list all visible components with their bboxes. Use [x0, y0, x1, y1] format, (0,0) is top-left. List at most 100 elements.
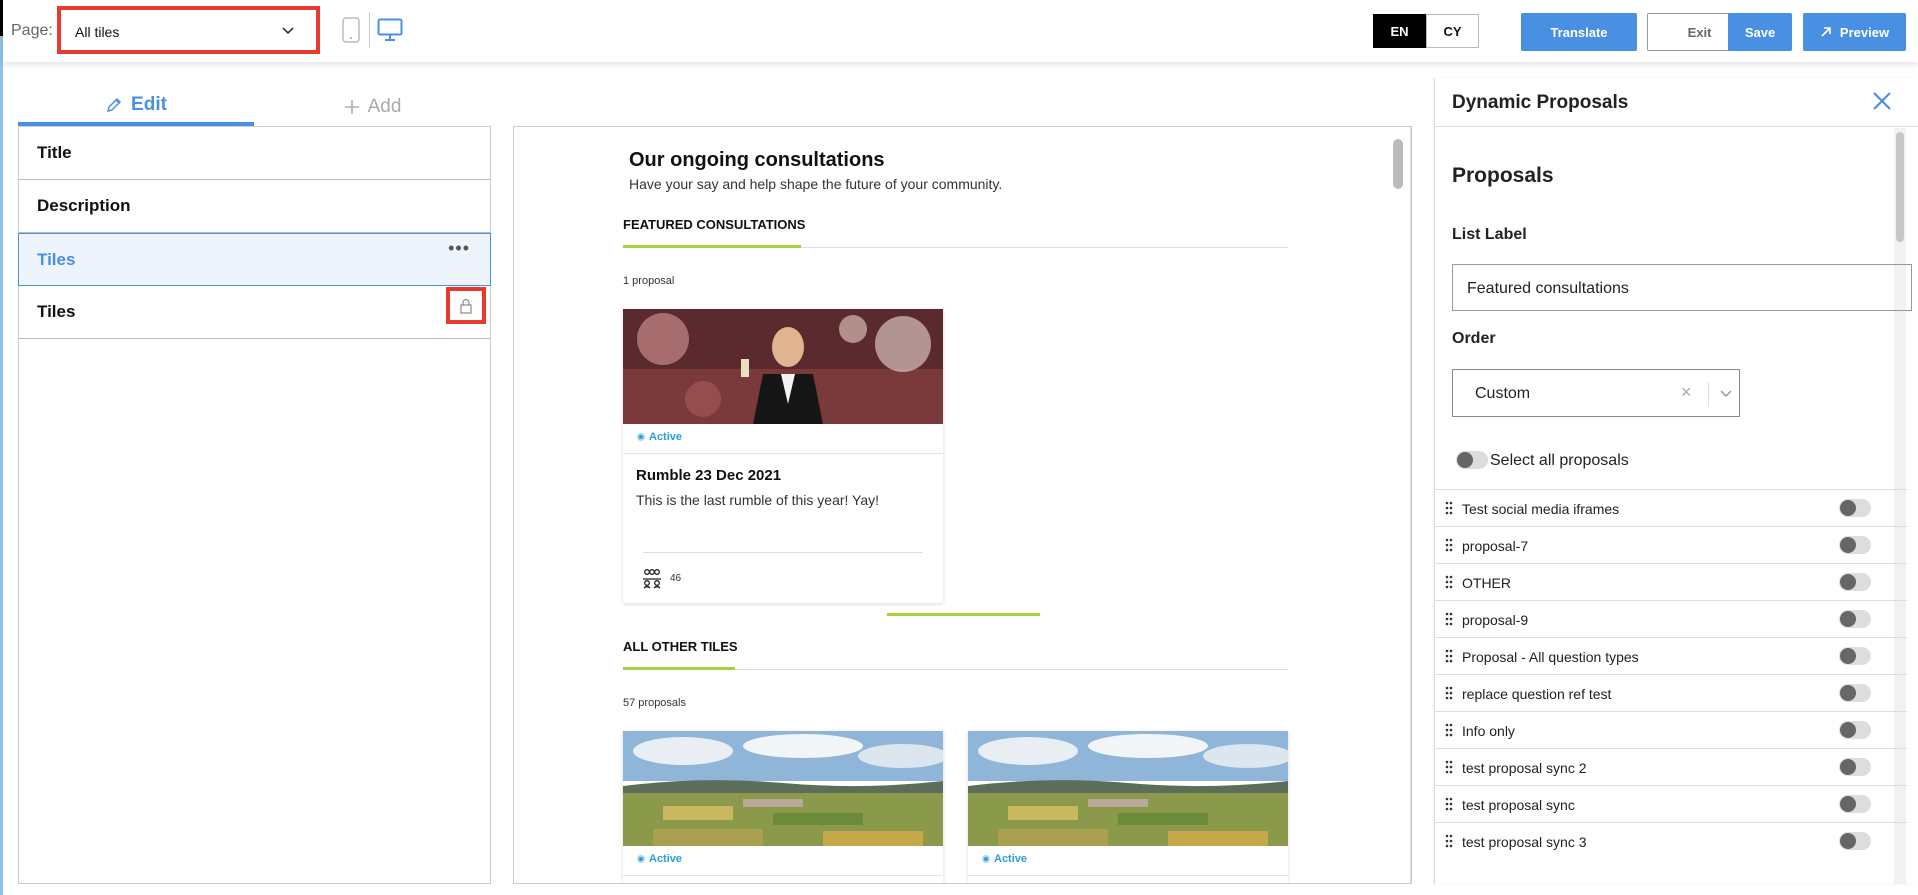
- top-toolbar: Page: All tiles EN CY Translate Exit Sav…: [3, 0, 1918, 62]
- participants-icon: [643, 569, 661, 589]
- proposal-toggle[interactable]: [1839, 610, 1871, 628]
- page-select[interactable]: All tiles: [57, 6, 320, 54]
- preview-button[interactable]: Preview: [1803, 13, 1906, 51]
- proposal-row-label: Test social media iframes: [1462, 501, 1620, 517]
- more-options-icon[interactable]: •••: [448, 238, 470, 259]
- page-sections-list: Title Description Tiles ••• Tiles: [18, 126, 491, 884]
- proposal-row-label: proposal-9: [1462, 612, 1529, 628]
- proposal-toggle[interactable]: [1839, 721, 1871, 739]
- select-separator: [1708, 382, 1709, 406]
- proposal-card[interactable]: Active Rumble 23 Dec 2021 This is the la…: [623, 309, 943, 603]
- drag-handle-icon[interactable]: [1444, 648, 1454, 664]
- toggle-knob: [1840, 537, 1856, 553]
- proposal-toggle[interactable]: [1839, 832, 1871, 850]
- tab-add-label: Add: [367, 96, 402, 117]
- drag-handle-icon[interactable]: [1444, 759, 1454, 775]
- proposal-row[interactable]: Test social media iframes: [1435, 489, 1907, 526]
- chevron-down-icon: [282, 27, 294, 35]
- proposal-toggle[interactable]: [1839, 536, 1871, 554]
- proposal-row[interactable]: proposal-7: [1435, 526, 1907, 563]
- drag-handle-icon[interactable]: [1444, 833, 1454, 849]
- preview-scroll-track: [1410, 127, 1411, 883]
- drag-handle-icon[interactable]: [1444, 796, 1454, 812]
- heading-accent: [623, 667, 735, 670]
- proposal-toggle[interactable]: [1839, 647, 1871, 665]
- section-item-label: Title: [37, 143, 72, 162]
- proposal-toggle[interactable]: [1839, 758, 1871, 776]
- proposal-row[interactable]: Proposal - All question types: [1435, 637, 1907, 674]
- chevron-down-icon[interactable]: [1719, 387, 1733, 401]
- tab-add[interactable]: Add: [254, 88, 491, 126]
- order-select[interactable]: Custom ×: [1452, 369, 1740, 417]
- close-icon[interactable]: [1871, 90, 1893, 112]
- toggle-knob: [1457, 452, 1473, 468]
- external-link-icon: [1821, 27, 1831, 37]
- save-button[interactable]: Save: [1728, 13, 1792, 51]
- proposal-row-label: test proposal sync: [1462, 797, 1575, 813]
- proposal-toggle[interactable]: [1839, 573, 1871, 591]
- list-label-input[interactable]: Featured consultations: [1452, 264, 1912, 311]
- status-label: Active: [994, 853, 1028, 865]
- heading-accent: [623, 245, 801, 248]
- proposal-card[interactable]: Active: [623, 731, 943, 883]
- divider: [643, 552, 923, 553]
- drag-handle-icon[interactable]: [1444, 722, 1454, 738]
- divider: [623, 875, 943, 876]
- proposal-row[interactable]: test proposal sync: [1435, 785, 1907, 822]
- lock-button[interactable]: [446, 287, 486, 324]
- drag-handle-icon[interactable]: [1444, 537, 1454, 553]
- proposal-toggle[interactable]: [1839, 499, 1871, 517]
- toggle-knob: [1840, 611, 1856, 627]
- preview-scrollbar[interactable]: [1393, 139, 1403, 189]
- select-all-label: Select all proposals: [1490, 452, 1629, 469]
- tab-edit-label: Edit: [131, 94, 167, 115]
- page-select-value: All tiles: [75, 24, 120, 40]
- desktop-view-icon[interactable]: [377, 18, 403, 42]
- language-en-button[interactable]: EN: [1373, 14, 1426, 48]
- proposal-card[interactable]: Active: [968, 731, 1288, 883]
- status-badge: Active: [982, 853, 1027, 865]
- drag-handle-icon[interactable]: [1444, 574, 1454, 590]
- page-label: Page:: [11, 22, 53, 39]
- status-badge: Active: [637, 431, 682, 443]
- list-label-label: List Label: [1452, 226, 1527, 243]
- plus-icon: [344, 100, 359, 114]
- panel-scrollbar-thumb[interactable]: [1896, 132, 1904, 242]
- preview-button-label: Preview: [1839, 24, 1890, 40]
- proposal-row-label: proposal-7: [1462, 538, 1529, 554]
- proposal-row[interactable]: replace question ref test: [1435, 674, 1907, 711]
- drag-handle-icon[interactable]: [1444, 685, 1454, 701]
- drag-handle-icon[interactable]: [1444, 500, 1454, 516]
- clear-icon[interactable]: ×: [1681, 382, 1692, 403]
- proposal-toggle[interactable]: [1839, 795, 1871, 813]
- mobile-view-icon[interactable]: [341, 17, 361, 43]
- section-item-label: Tiles: [37, 250, 76, 269]
- section-item-label: Tiles: [37, 302, 76, 321]
- proposal-card-image: [623, 731, 943, 846]
- proposal-toggle[interactable]: [1839, 684, 1871, 702]
- proposal-row-label: Info only: [1462, 723, 1515, 739]
- section-item-title[interactable]: Title: [19, 127, 490, 180]
- proposal-row[interactable]: Info only: [1435, 711, 1907, 748]
- proposal-row[interactable]: OTHER: [1435, 563, 1907, 600]
- proposal-row[interactable]: test proposal sync 2: [1435, 748, 1907, 785]
- translate-button[interactable]: Translate: [1521, 13, 1637, 51]
- section-item-tiles-selected[interactable]: Tiles •••: [18, 233, 491, 286]
- section-item-label: Description: [37, 196, 131, 215]
- page-preview: Our ongoing consultations Have your say …: [513, 126, 1412, 884]
- section-item-description[interactable]: Description: [19, 180, 490, 233]
- device-separator: [369, 12, 370, 48]
- drag-handle-icon[interactable]: [1444, 611, 1454, 627]
- panel-section-title: Proposals: [1452, 164, 1554, 187]
- tab-edit[interactable]: Edit: [18, 88, 254, 126]
- language-cy-button[interactable]: CY: [1426, 14, 1479, 48]
- status-badge: Active: [637, 853, 682, 865]
- preview-page-subtitle: Have your say and help shape the future …: [629, 176, 1003, 192]
- divider: [623, 453, 943, 454]
- proposal-row[interactable]: test proposal sync 3: [1435, 822, 1907, 859]
- toggle-knob: [1840, 796, 1856, 812]
- section-item-tiles-locked[interactable]: Tiles: [19, 286, 490, 339]
- carousel-indicator[interactable]: [887, 613, 1040, 616]
- select-all-toggle[interactable]: [1456, 451, 1488, 469]
- proposal-row[interactable]: proposal-9: [1435, 600, 1907, 637]
